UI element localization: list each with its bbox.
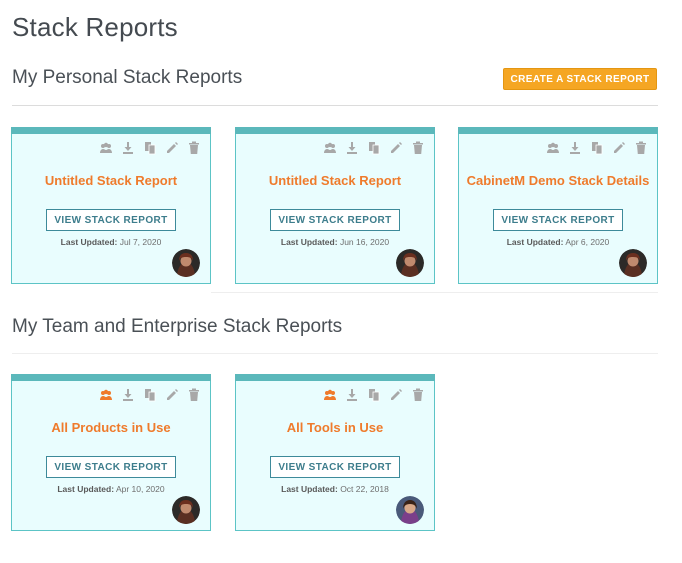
delete-icon[interactable] [634, 141, 648, 155]
last-updated: Last Updated: Apr 6, 2020 [459, 237, 657, 247]
team-divider [12, 353, 658, 354]
team-section-heading: My Team and Enterprise Stack Reports [12, 316, 343, 337]
last-updated-label: Last Updated: [280, 237, 338, 247]
last-updated-label: Last Updated: [506, 237, 564, 247]
copy-icon[interactable] [143, 141, 157, 155]
card-row-divider [211, 292, 658, 293]
copy-icon[interactable] [590, 141, 604, 155]
avatar [396, 496, 424, 524]
stack-report-card: CabinetM Demo Stack Details VIEW STACK R… [458, 127, 658, 284]
avatar [396, 249, 424, 277]
stack-reports-page: Stack Reports My Personal Stack Reports … [0, 0, 682, 563]
stack-report-card: All Tools in Use VIEW STACK REPORT Last … [235, 374, 435, 531]
stack-report-card: Untitled Stack Report VIEW STACK REPORT … [235, 127, 435, 284]
card-top-bar [11, 127, 211, 134]
edit-icon[interactable] [612, 141, 626, 155]
delete-icon[interactable] [411, 388, 425, 402]
card-actions [323, 141, 425, 155]
card-title[interactable]: Untitled Stack Report [242, 173, 428, 188]
edit-icon[interactable] [165, 388, 179, 402]
last-updated: Last Updated: Jun 16, 2020 [236, 237, 434, 247]
card-title[interactable]: CabinetM Demo Stack Details [465, 173, 651, 188]
delete-icon[interactable] [187, 141, 201, 155]
card-top-bar [458, 127, 658, 134]
last-updated-date: Jun 16, 2020 [339, 237, 390, 247]
last-updated: Last Updated: Oct 22, 2018 [236, 484, 434, 494]
card-actions [99, 388, 201, 402]
edit-icon[interactable] [389, 388, 403, 402]
last-updated-label: Last Updated: [60, 237, 118, 247]
card-title[interactable]: All Tools in Use [242, 420, 428, 435]
download-icon[interactable] [345, 141, 359, 155]
edit-icon[interactable] [165, 141, 179, 155]
view-stack-report-button[interactable]: VIEW STACK REPORT [46, 456, 176, 478]
page-title: Stack Reports [12, 12, 178, 42]
copy-icon[interactable] [367, 388, 381, 402]
card-actions [99, 141, 201, 155]
view-stack-report-button[interactable]: VIEW STACK REPORT [493, 209, 623, 231]
card-actions [323, 388, 425, 402]
download-icon[interactable] [121, 388, 135, 402]
last-updated: Last Updated: Jul 7, 2020 [12, 237, 210, 247]
card-title[interactable]: Untitled Stack Report [18, 173, 204, 188]
avatar [619, 249, 647, 277]
card-title[interactable]: All Products in Use [18, 420, 204, 435]
download-icon[interactable] [345, 388, 359, 402]
avatar [172, 496, 200, 524]
card-top-bar [235, 374, 435, 381]
last-updated-date: Apr 10, 2020 [115, 484, 165, 494]
create-stack-report-button[interactable]: CREATE A STACK REPORT [503, 68, 657, 90]
copy-icon[interactable] [367, 141, 381, 155]
delete-icon[interactable] [411, 141, 425, 155]
copy-icon[interactable] [143, 388, 157, 402]
team-share-icon[interactable] [99, 141, 113, 155]
download-icon[interactable] [568, 141, 582, 155]
last-updated-label: Last Updated: [281, 484, 338, 494]
team-share-icon[interactable] [323, 141, 337, 155]
personal-divider [12, 105, 658, 106]
delete-icon[interactable] [187, 388, 201, 402]
avatar [172, 249, 200, 277]
team-share-icon[interactable] [323, 388, 337, 402]
last-updated-date: Jul 7, 2020 [119, 237, 162, 247]
last-updated-label: Last Updated: [57, 484, 115, 494]
card-top-bar [11, 374, 211, 381]
edit-icon[interactable] [389, 141, 403, 155]
team-share-icon[interactable] [546, 141, 560, 155]
personal-section-heading: My Personal Stack Reports [12, 67, 243, 88]
stack-report-card: Untitled Stack Report VIEW STACK REPORT … [11, 127, 211, 284]
view-stack-report-button[interactable]: VIEW STACK REPORT [46, 209, 176, 231]
card-top-bar [235, 127, 435, 134]
last-updated: Last Updated: Apr 10, 2020 [12, 484, 210, 494]
card-actions [546, 141, 648, 155]
team-share-icon[interactable] [99, 388, 113, 402]
last-updated-date: Apr 6, 2020 [565, 237, 610, 247]
download-icon[interactable] [121, 141, 135, 155]
view-stack-report-button[interactable]: VIEW STACK REPORT [270, 456, 400, 478]
stack-report-card: All Products in Use VIEW STACK REPORT La… [11, 374, 211, 531]
last-updated-date: Oct 22, 2018 [340, 484, 389, 494]
view-stack-report-button[interactable]: VIEW STACK REPORT [270, 209, 400, 231]
